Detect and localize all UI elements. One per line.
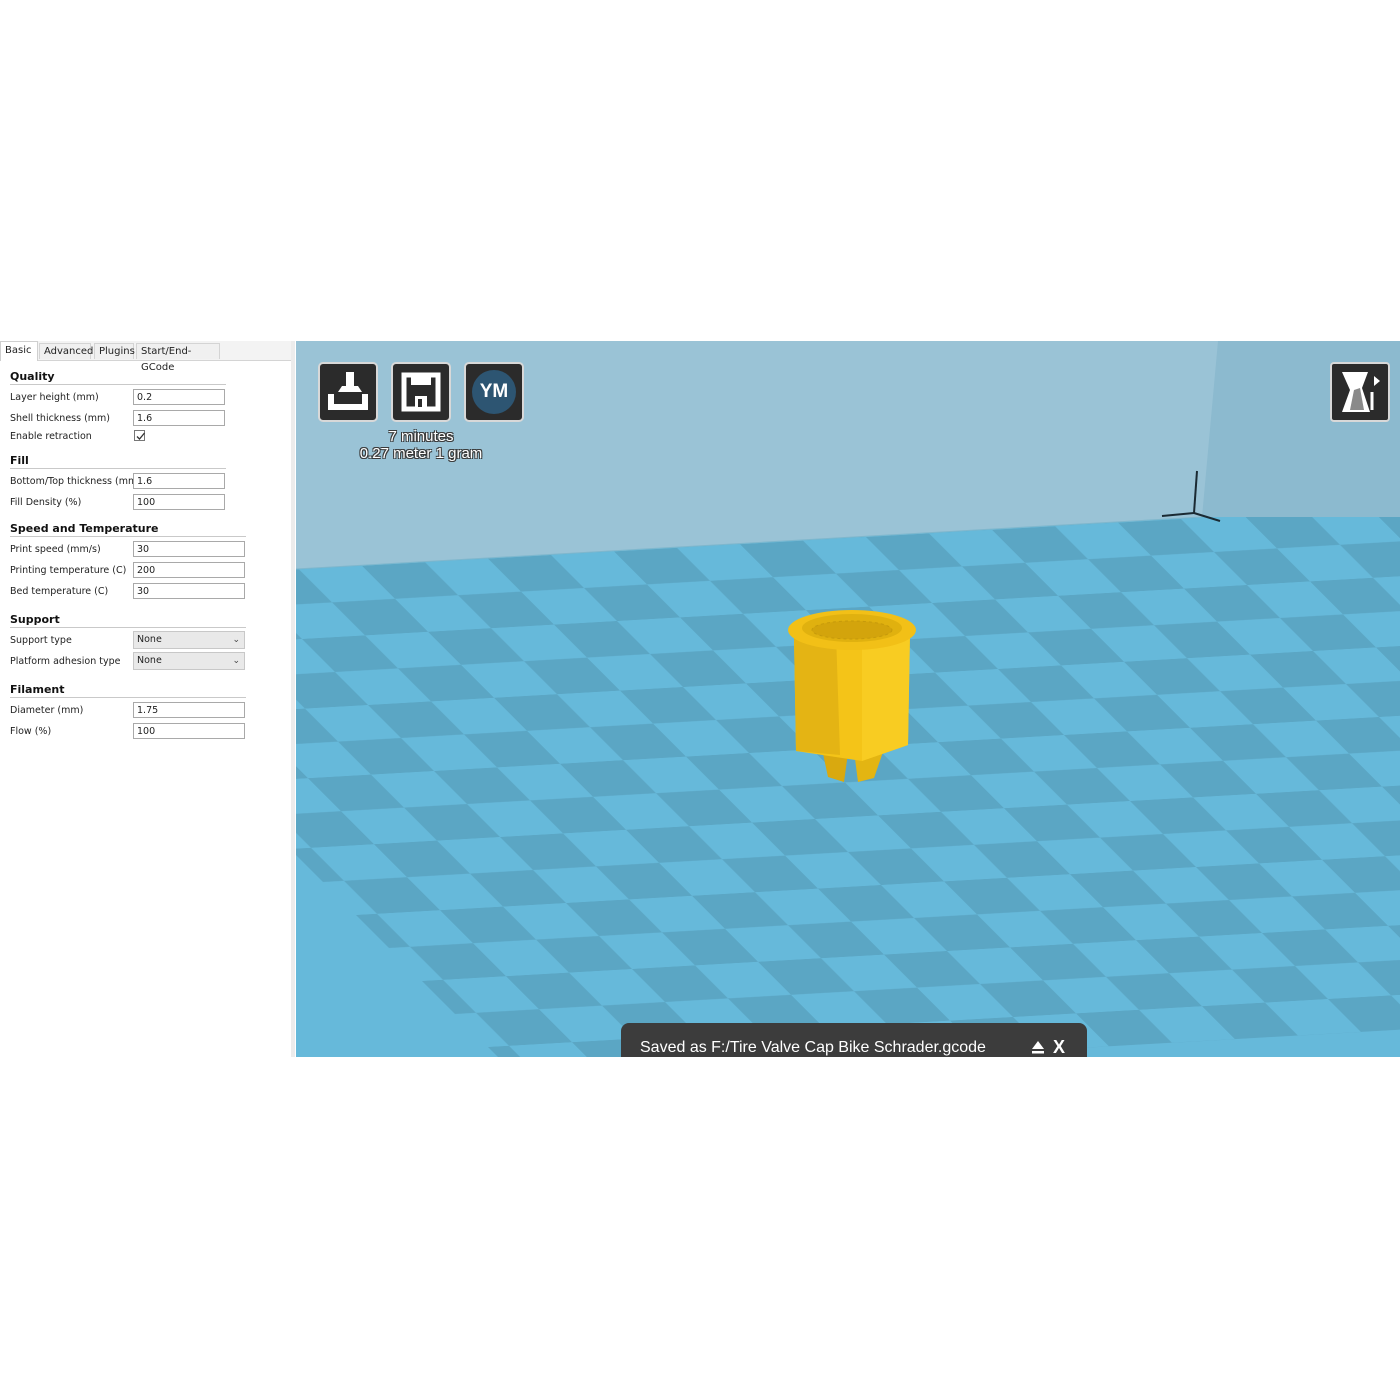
load-model-button[interactable] xyxy=(318,362,378,422)
bed-temperature-input[interactable] xyxy=(133,583,245,599)
flow-input[interactable] xyxy=(133,723,245,739)
section-title-speed-temperature: Speed and Temperature xyxy=(10,522,159,535)
section-title-support: Support xyxy=(10,613,60,626)
section-divider xyxy=(10,384,226,385)
view-mode-button[interactable] xyxy=(1330,362,1390,422)
checkmark-icon xyxy=(136,432,145,440)
tab-advanced[interactable]: Advanced xyxy=(39,343,93,359)
section-divider xyxy=(10,536,246,537)
print-speed-label: Print speed (mm/s) xyxy=(10,544,101,555)
fill-density-label: Fill Density (%) xyxy=(10,497,82,508)
close-message-button[interactable]: X xyxy=(1053,1037,1065,1057)
diameter-input[interactable] xyxy=(133,702,245,718)
cura-window: Basic Advanced Plugins Start/End-GCode Q… xyxy=(0,341,1400,1057)
support-type-value: None xyxy=(137,634,162,645)
print-time: 7 minutes xyxy=(388,428,454,445)
diameter-label: Diameter (mm) xyxy=(10,705,84,716)
support-type-label: Support type xyxy=(10,635,72,646)
printing-temperature-input[interactable] xyxy=(133,562,245,578)
view-mode-icon xyxy=(1342,372,1380,412)
platform-adhesion-select[interactable]: None ⌄ xyxy=(133,652,245,670)
tab-start-end-gcode[interactable]: Start/End-GCode xyxy=(136,343,220,373)
shell-thickness-input[interactable] xyxy=(133,410,225,426)
enable-retraction-label: Enable retraction xyxy=(10,431,92,442)
platform-adhesion-value: None xyxy=(137,655,162,666)
settings-panel: Basic Advanced Plugins Start/End-GCode Q… xyxy=(0,341,295,1057)
ym-label: YM xyxy=(472,370,516,414)
print-estimate: 7 minutes 0.27 meter 1 gram xyxy=(336,428,506,462)
section-divider xyxy=(10,627,246,628)
support-type-select[interactable]: None ⌄ xyxy=(133,631,245,649)
section-title-quality: Quality xyxy=(10,370,55,383)
print-speed-input[interactable] xyxy=(133,541,245,557)
platform-adhesion-label: Platform adhesion type xyxy=(10,656,121,667)
tab-plugins[interactable]: Plugins xyxy=(94,343,135,359)
section-title-fill: Fill xyxy=(10,454,29,467)
shell-thickness-label: Shell thickness (mm) xyxy=(10,413,111,424)
tab-basic[interactable]: Basic xyxy=(0,341,38,361)
bed-temperature-label: Bed temperature (C) xyxy=(10,586,109,597)
section-title-filament: Filament xyxy=(10,683,65,696)
save-icon xyxy=(401,372,441,412)
enable-retraction-checkbox[interactable] xyxy=(134,430,145,441)
load-model-icon xyxy=(328,372,368,410)
chevron-down-icon: ⌄ xyxy=(232,656,240,666)
youmagine-button[interactable]: YM xyxy=(464,362,524,422)
flow-label: Flow (%) xyxy=(10,726,52,737)
3d-viewport[interactable]: YM 7 minutes 0.27 meter 1 gram Saved as … xyxy=(296,341,1400,1057)
save-gcode-button[interactable] xyxy=(391,362,451,422)
section-divider xyxy=(10,697,246,698)
bottom-top-thickness-input[interactable] xyxy=(133,473,225,489)
section-divider xyxy=(10,468,226,469)
status-message: Saved as F:/Tire Valve Cap Bike Schrader… xyxy=(640,1039,986,1056)
layer-height-label: Layer height (mm) xyxy=(10,392,99,403)
printing-temperature-label: Printing temperature (C) xyxy=(10,565,127,576)
settings-tabs: Basic Advanced Plugins Start/End-GCode xyxy=(0,341,291,373)
chevron-down-icon: ⌄ xyxy=(232,635,240,645)
fill-density-input[interactable] xyxy=(133,494,225,510)
bottom-top-thickness-label: Bottom/Top thickness (mm) xyxy=(10,476,141,487)
layer-height-input[interactable] xyxy=(133,389,225,405)
status-message-bar: Saved as F:/Tire Valve Cap Bike Schrader… xyxy=(621,1023,1087,1057)
print-material: 0.27 meter 1 gram xyxy=(359,445,483,462)
eject-icon[interactable] xyxy=(1031,1040,1045,1054)
